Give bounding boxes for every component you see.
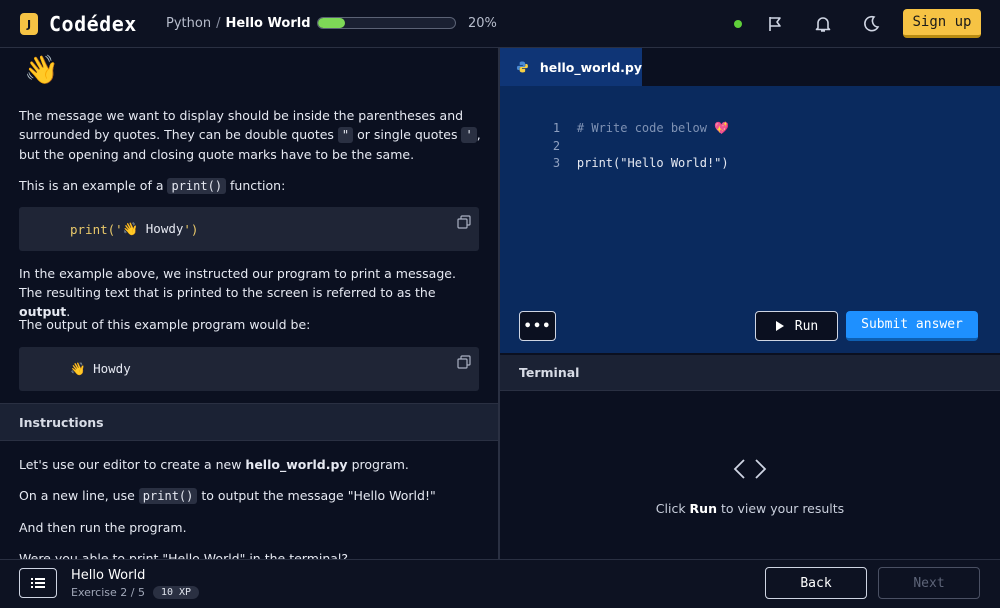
code-string: 👋 Howdy <box>122 221 184 236</box>
exercise-info: Exercise 2 / 5 10 XP <box>71 586 200 599</box>
instruction-step-3: And then run the program. <box>19 520 187 535</box>
moon-icon[interactable] <box>861 14 881 34</box>
text: function: <box>226 178 286 193</box>
tab-hello-world-py[interactable]: hello_world.py <box>500 48 642 86</box>
next-button[interactable]: Next <box>878 567 980 599</box>
run-label: Run <box>794 318 819 334</box>
text: On a new line, use <box>19 488 139 503</box>
lesson-pane[interactable]: 👋 The message we want to display should … <box>0 49 498 559</box>
copy-icon[interactable] <box>457 355 471 369</box>
text: to view your results <box>716 501 845 516</box>
lesson-paragraph-output-intro: The output of this example program would… <box>19 317 311 332</box>
bold-text: hello_world.py <box>245 457 348 472</box>
lesson-paragraph-output: In the example above, we instructed our … <box>19 264 481 321</box>
text: to output the message "Hello World!" <box>197 488 436 503</box>
progress-fill <box>318 18 346 28</box>
progress-label: 20% <box>468 16 497 31</box>
code-example-block: print(' 👋 Howdy ') <box>19 207 479 251</box>
terminal-header: Terminal <box>500 355 1000 391</box>
breadcrumb-separator: / <box>216 16 221 31</box>
wave-emoji-icon: 👋 <box>24 53 59 86</box>
bold-text: Run <box>689 501 717 516</box>
text: Click <box>655 501 690 516</box>
breadcrumb: Python / Hello World <box>166 16 311 31</box>
copy-icon[interactable] <box>457 215 471 229</box>
inline-code-print: print() <box>138 488 198 504</box>
exercise-counter: Exercise 2 / 5 <box>71 586 145 599</box>
instruction-question: Were you able to print "Hello World" in … <box>19 551 349 559</box>
bell-icon[interactable] <box>813 14 833 34</box>
breadcrumb-course[interactable]: Python <box>166 16 211 31</box>
sign-up-button[interactable]: Sign up <box>903 9 981 38</box>
inline-code-print: print() <box>167 178 227 194</box>
text: Let's use our editor to create a new <box>19 457 246 472</box>
play-icon <box>775 321 784 331</box>
output-example-block: 👋 Howdy <box>19 347 479 391</box>
code-text: ') <box>183 221 199 237</box>
terminal-output: Click Run to view your results <box>500 391 1000 559</box>
instruction-step-1: Let's use our editor to create a new hel… <box>19 455 481 474</box>
terminal-hint: Click Run to view your results <box>500 501 1000 516</box>
text: program. <box>347 457 409 472</box>
progress-bar <box>317 17 456 29</box>
logo-icon[interactable]: J <box>20 13 38 35</box>
inline-code-single-quote: ' <box>461 127 477 143</box>
python-icon <box>516 61 528 73</box>
tab-label: hello_world.py <box>539 59 642 75</box>
top-bar: J Codédex Python / Hello World 20% Sign up <box>0 0 1000 48</box>
flag-icon[interactable] <box>765 14 785 34</box>
run-button[interactable]: Run <box>755 311 838 341</box>
more-options-button[interactable]: ••• <box>519 311 556 341</box>
xp-badge: 10 XP <box>152 586 200 599</box>
code-text: 👋 Howdy <box>70 361 131 376</box>
code-editor[interactable]: hello_world.py 1 # Write code below 💖 2 3… <box>500 48 1000 353</box>
exercise-list-button[interactable] <box>19 568 57 598</box>
code-text: print("Hello World!") <box>576 156 729 170</box>
lesson-paragraph-example: This is an example of a print() function… <box>19 176 481 196</box>
code-text: print(' <box>70 221 123 237</box>
text: In the example above, we instructed our … <box>19 266 456 300</box>
instructions-header: Instructions <box>0 403 498 441</box>
lesson-paragraph-quotes: The message we want to display should be… <box>19 106 481 164</box>
instruction-step-2: On a new line, use print() to output the… <box>19 486 481 506</box>
list-icon <box>31 578 45 588</box>
bottom-bar: Hello World Exercise 2 / 5 10 XP Back Nex… <box>0 559 1000 608</box>
breadcrumb-lesson: Hello World <box>225 16 311 31</box>
text: This is an example of a <box>19 178 168 193</box>
code-brackets-icon <box>733 459 767 479</box>
back-button[interactable]: Back <box>765 567 867 599</box>
line-number: 3 <box>552 156 561 170</box>
text: or single quotes <box>353 127 462 142</box>
code-comment: # Write code below 💖 <box>576 121 730 135</box>
code-line-3[interactable]: 3 print("Hello World!") <box>524 142 729 184</box>
status-dot-icon <box>734 20 742 28</box>
logo-text[interactable]: Codédex <box>49 12 137 36</box>
lesson-title: Hello World <box>71 568 146 583</box>
inline-code-double-quote: " <box>337 127 354 143</box>
tab-strip <box>642 48 1000 86</box>
submit-answer-button[interactable]: Submit answer <box>846 311 978 341</box>
